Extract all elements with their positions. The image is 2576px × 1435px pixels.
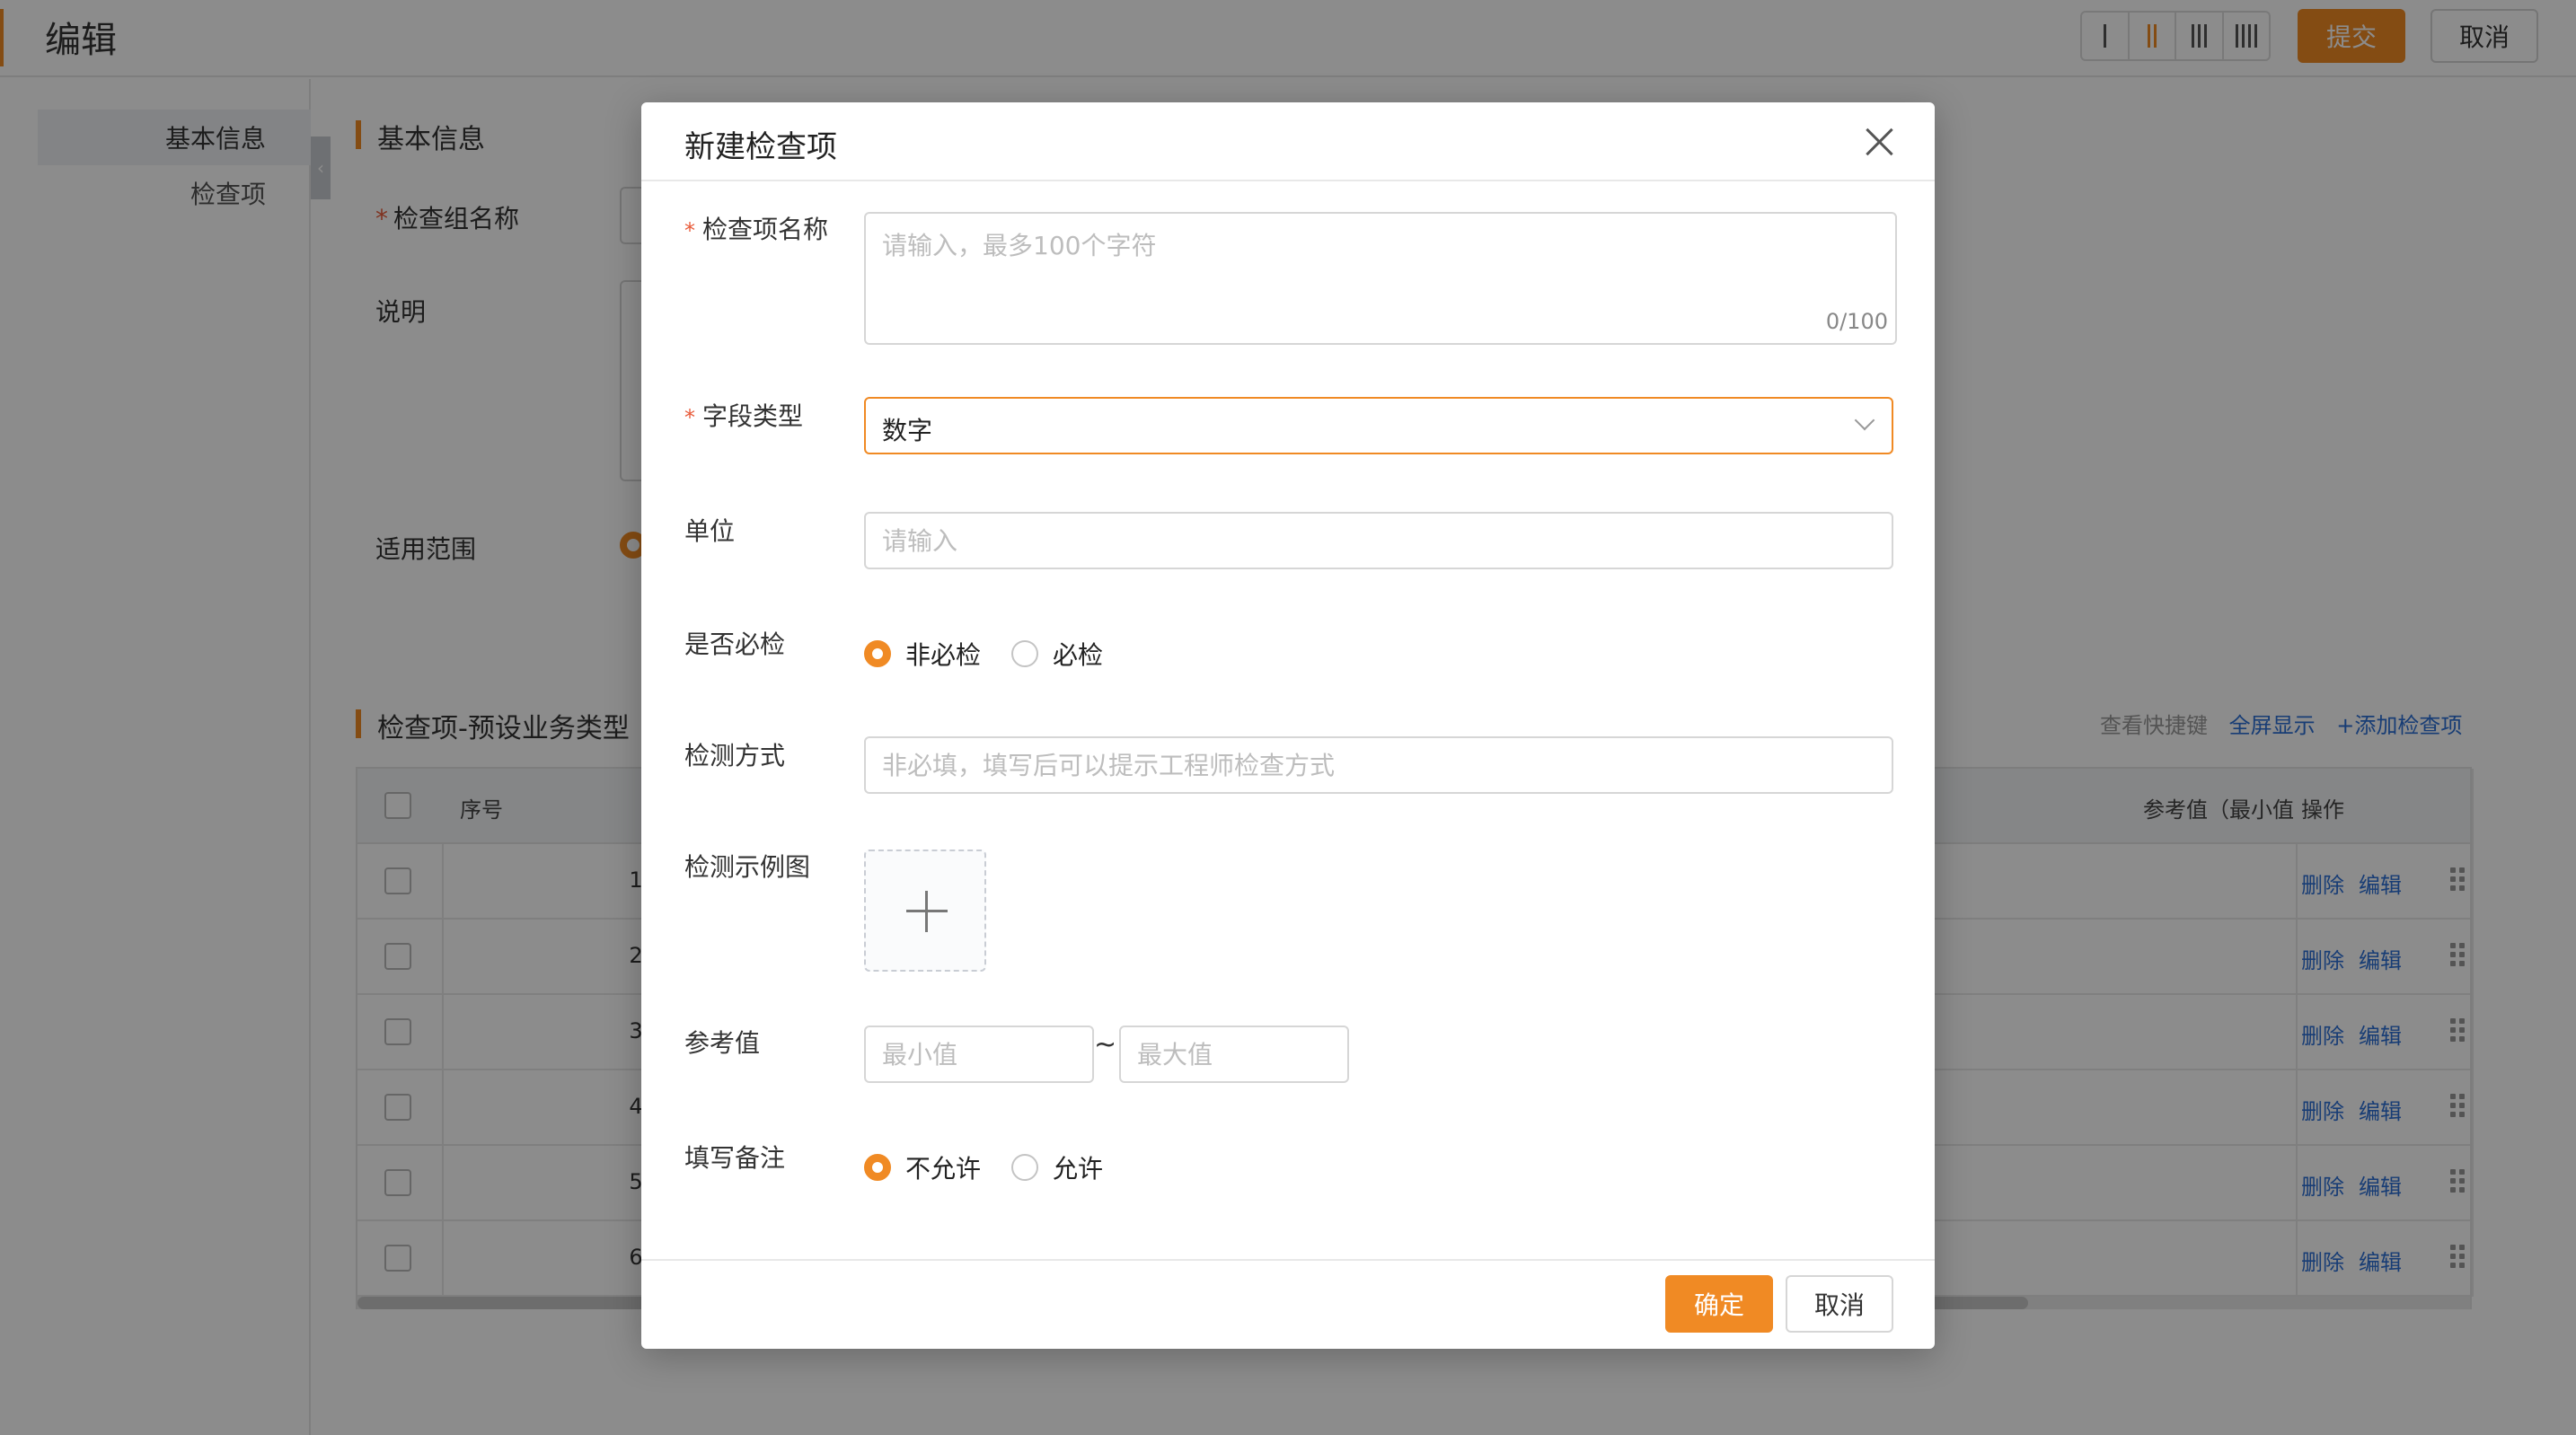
field-type-label: * 字段类型 <box>684 401 804 431</box>
character-counter: 0/100 <box>1825 309 1888 334</box>
reference-max-input[interactable] <box>1119 1026 1349 1083</box>
radio-required[interactable]: 必检 <box>1011 636 1103 672</box>
dialog-cancel-button[interactable]: 取消 <box>1786 1275 1893 1333</box>
required-check-label: 是否必检 <box>684 629 786 659</box>
field-type-select[interactable]: 数字 <box>864 397 1893 454</box>
reference-min-input[interactable] <box>864 1026 1094 1083</box>
dialog-footer: 确定 取消 <box>641 1259 1935 1349</box>
dialog-title: 新建检查项 <box>684 129 837 165</box>
radio-not-required[interactable]: 非必检 <box>864 636 981 672</box>
radio-allowed[interactable]: 允许 <box>1011 1149 1103 1185</box>
required-check-radio-group: 非必检 必检 <box>864 636 1134 672</box>
check-item-name-input[interactable] <box>864 212 1897 345</box>
fill-note-radio-group: 不允许 允许 <box>864 1149 1134 1185</box>
confirm-button[interactable]: 确定 <box>1665 1275 1773 1333</box>
radio-not-allowed[interactable]: 不允许 <box>864 1149 981 1185</box>
dialog-header: 新建检查项 <box>641 102 1935 181</box>
unit-label: 单位 <box>684 516 736 546</box>
check-item-name-label: * 检查项名称 <box>684 215 829 244</box>
fill-note-label: 填写备注 <box>684 1143 786 1173</box>
range-separator: ~ <box>1094 1029 1117 1061</box>
example-image-label: 检测示例图 <box>684 852 811 882</box>
unit-input[interactable] <box>864 512 1893 569</box>
chevron-down-icon <box>1854 409 1875 431</box>
field-type-value: 数字 <box>882 416 933 445</box>
new-check-item-dialog: 新建检查项 *检查项名称 0/100 *字段类型 数字 单位 是否必检 非必检 … <box>641 102 1935 1349</box>
detection-method-label: 检测方式 <box>684 741 786 770</box>
close-icon[interactable] <box>1861 124 1897 160</box>
image-upload-button[interactable] <box>864 850 986 972</box>
reference-value-label: 参考值 <box>684 1028 761 1058</box>
detection-method-input[interactable] <box>864 736 1893 794</box>
